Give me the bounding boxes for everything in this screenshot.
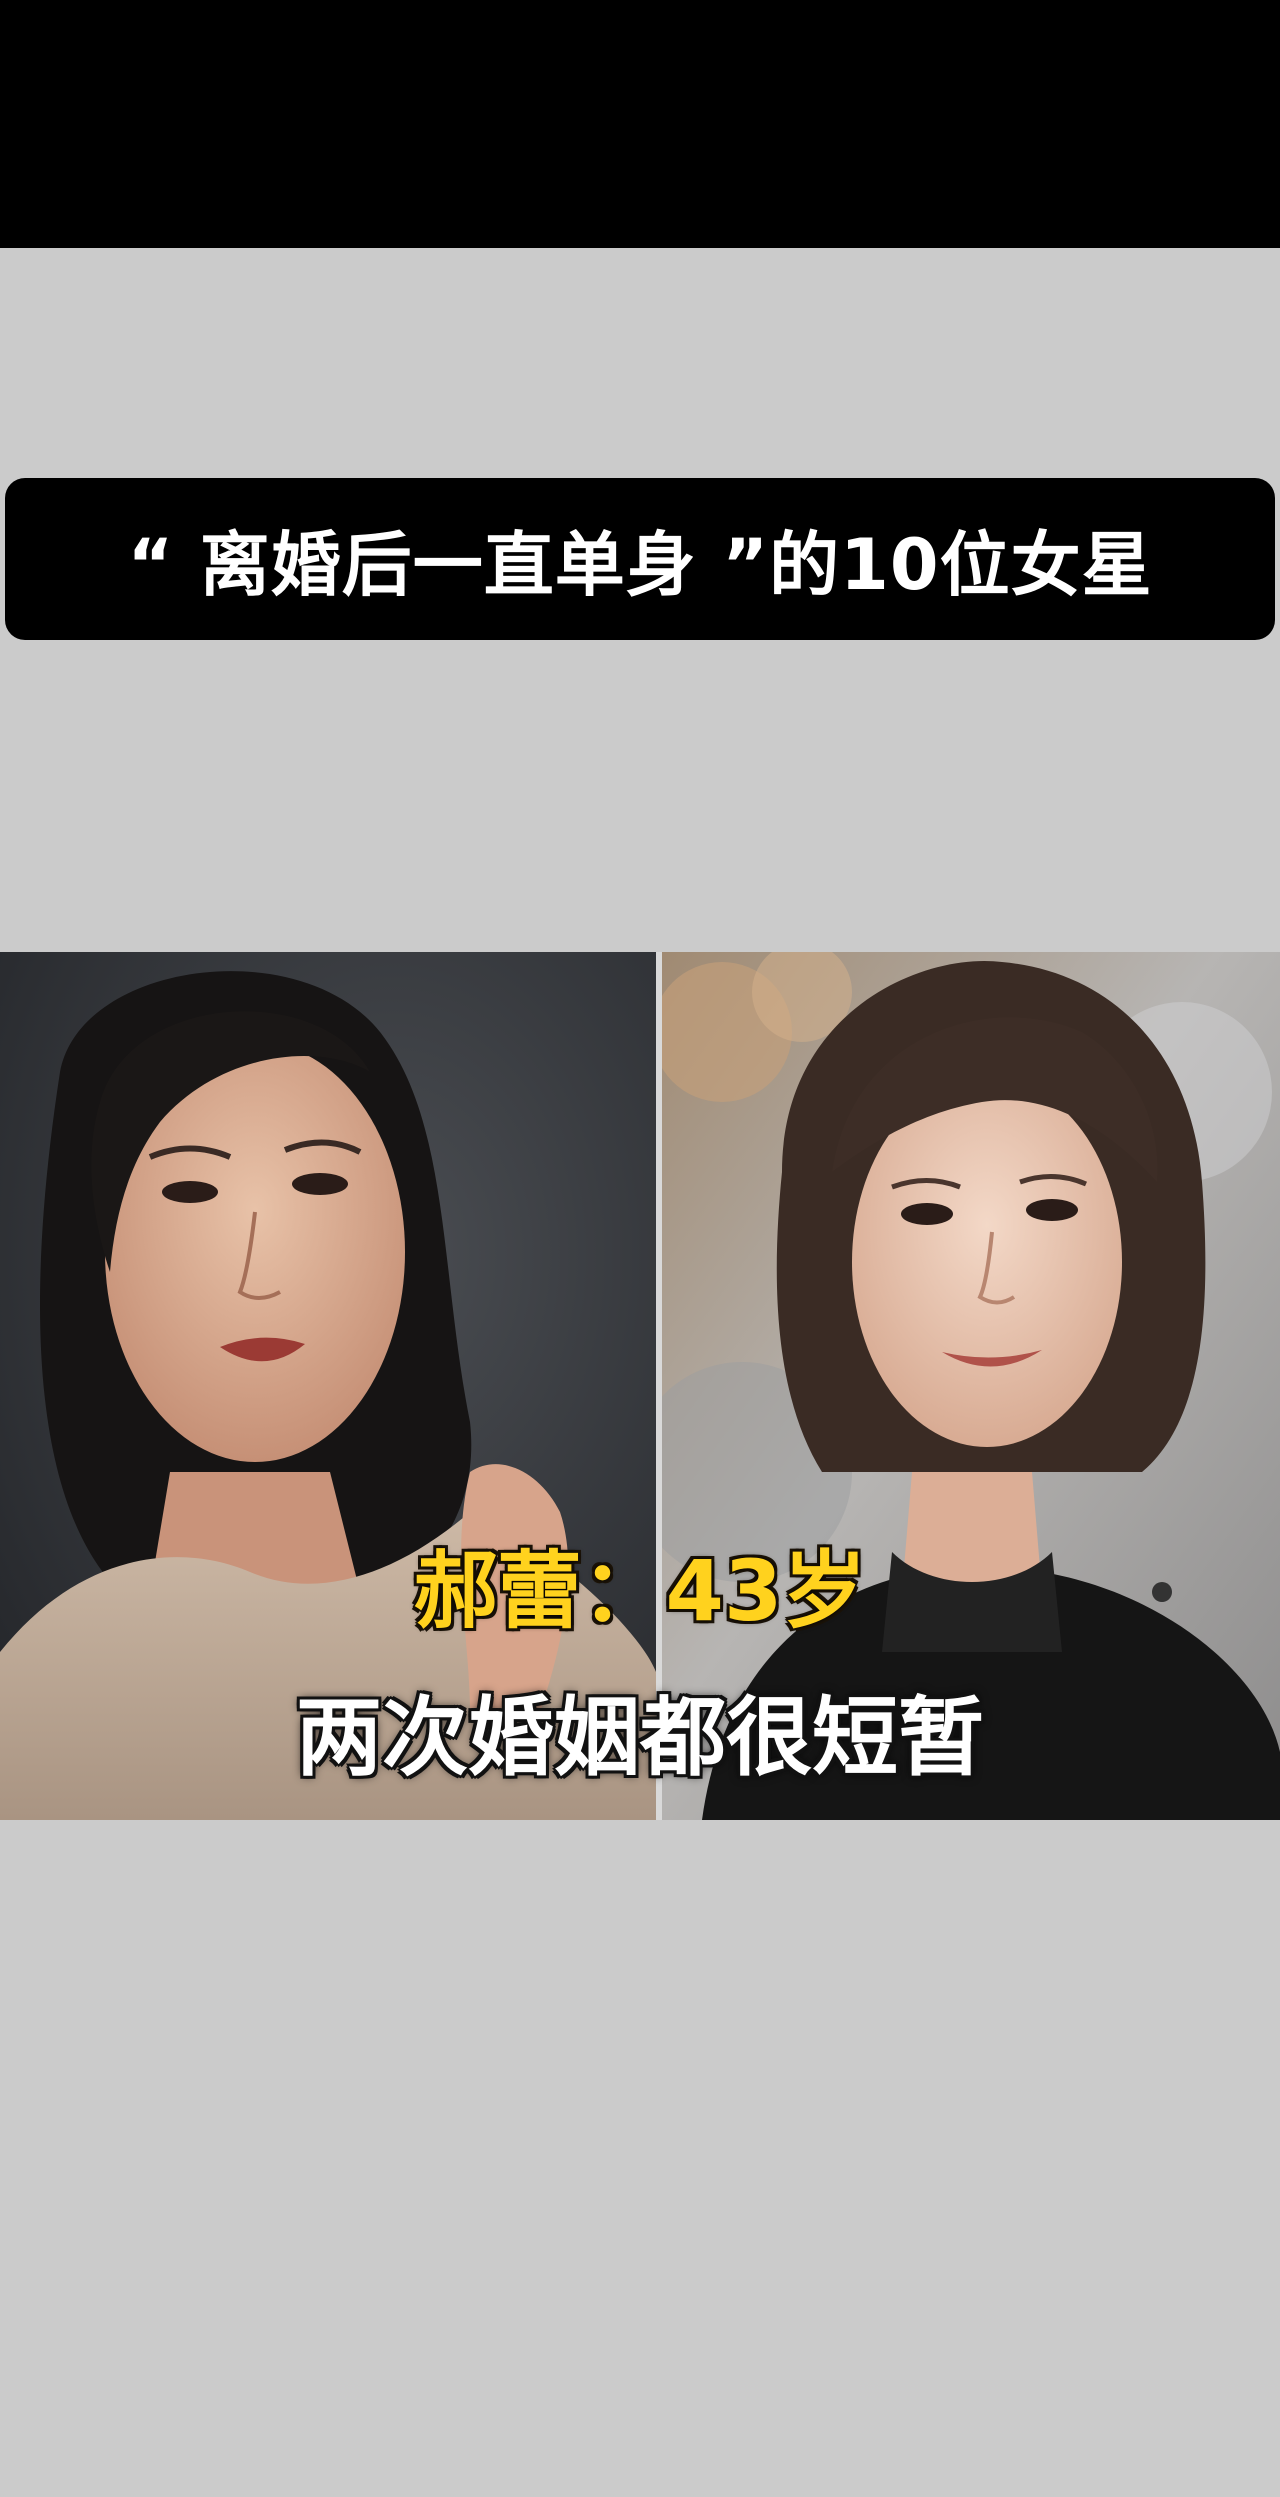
name-age-caption: 郝蕾：43岁 <box>412 1541 868 1642</box>
banner-title: “ 离婚后一直单身 ”的10位女星 <box>127 523 1153 606</box>
title-banner: “ 离婚后一直单身 ”的10位女星 <box>5 478 1275 640</box>
top-black-bar <box>0 0 1280 248</box>
description-caption: 两次婚姻都很短暂 <box>296 1688 984 1788</box>
